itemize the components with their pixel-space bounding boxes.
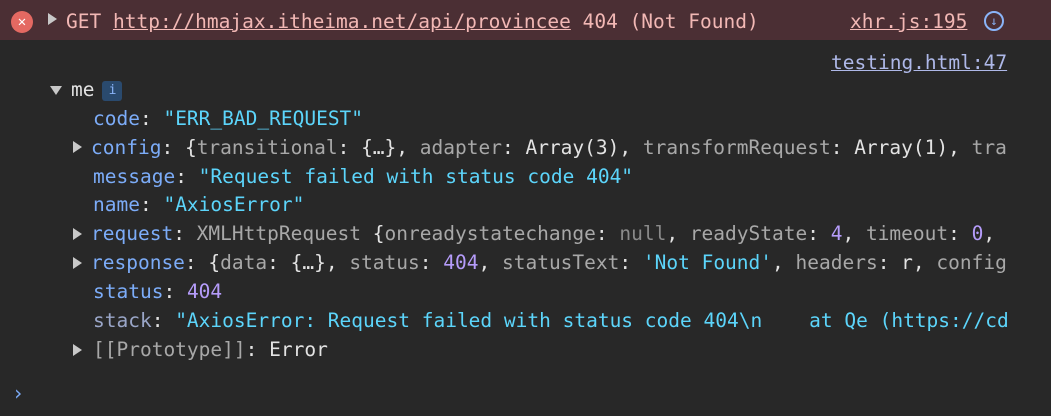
prop-key: response <box>91 251 185 274</box>
prop-config[interactable]: config: {transitional: {…}, adapter: Arr… <box>91 135 1021 161</box>
object-label: me <box>71 78 95 101</box>
prop-value: Error <box>269 338 328 361</box>
expand-arrow-icon[interactable] <box>73 257 82 269</box>
request-method: GET <box>66 10 102 33</box>
sub-value: 'Not Found' <box>642 251 773 274</box>
prop-code: code: "ERR_BAD_REQUEST" <box>93 107 364 130</box>
sub-key: tra <box>971 136 1007 159</box>
sub-key: headers <box>795 251 878 274</box>
type-name: XMLHttpRequest <box>196 222 362 245</box>
console-prompt-icon[interactable]: › <box>12 381 24 405</box>
sub-key: timeout <box>865 222 949 245</box>
prop-key: [[Prototype]] <box>93 338 246 361</box>
network-request-icon[interactable]: ↓ <box>984 11 1004 31</box>
sub-key: status <box>349 251 420 274</box>
brace: { <box>184 136 197 159</box>
error-message-row[interactable]: ✕ GET http://hmajax.itheima.net/api/prov… <box>0 0 1051 40</box>
sub-key: transformRequest <box>642 136 831 159</box>
sub-value: 404 <box>443 251 479 274</box>
request-status: 404 (Not Found) <box>582 10 759 33</box>
source-link-testing[interactable]: testing.html:47 <box>831 51 1007 74</box>
sub-key: statusText <box>501 251 620 274</box>
sub-value: 0 <box>971 222 984 245</box>
expand-arrow-icon[interactable] <box>73 141 82 153</box>
prop-value: "AxiosError: Request failed with status … <box>175 309 1009 332</box>
prop-value: "ERR_BAD_REQUEST" <box>163 107 364 130</box>
prop-key: name <box>93 193 140 216</box>
prop-name: name: "AxiosError" <box>93 193 305 216</box>
prop-key: config <box>91 136 162 159</box>
object-label-row[interactable]: me i <box>71 77 123 103</box>
sub-value: r <box>901 251 913 274</box>
info-icon[interactable]: i <box>102 81 123 101</box>
prop-key: status <box>93 280 164 303</box>
sub-key: adapter <box>419 136 502 159</box>
prop-value: "AxiosError" <box>163 193 305 216</box>
sub-key: data <box>220 251 268 274</box>
prop-stack: stack: "AxiosError: Request failed with … <box>93 309 1009 332</box>
sub-value: {…} <box>290 251 326 274</box>
prop-key: message <box>93 165 176 188</box>
error-icon: ✕ <box>11 11 33 33</box>
prop-value: "Request failed with status code 404" <box>198 165 634 188</box>
source-link-xhr[interactable]: xhr.js:195 <box>850 10 967 33</box>
brace: { <box>372 222 385 245</box>
prop-prototype[interactable]: [[Prototype]]: Error <box>93 337 328 363</box>
prop-value: 404 <box>186 280 223 303</box>
expand-arrow-icon[interactable] <box>73 228 82 240</box>
brace: { <box>208 251 221 274</box>
sub-key: config <box>936 251 1007 274</box>
prop-key: code <box>93 107 140 130</box>
sub-value: 4 <box>830 222 843 245</box>
prop-status: status: 404 <box>93 280 223 303</box>
sub-value: {…} <box>361 136 397 159</box>
sub-key: readyState <box>689 222 808 245</box>
sub-value: Array(1) <box>854 136 949 159</box>
prop-response[interactable]: response: {data: {…}, status: 404, statu… <box>91 250 1021 276</box>
prop-request[interactable]: request: XMLHttpRequest {onreadystatecha… <box>91 221 1021 247</box>
expand-arrow-icon[interactable] <box>48 13 57 25</box>
sub-value: Array(3) <box>525 136 620 159</box>
sub-key: transitional <box>196 136 338 159</box>
prop-message: message: "Request failed with status cod… <box>93 165 634 188</box>
sub-value: null <box>619 222 667 245</box>
collapse-arrow-icon[interactable] <box>50 86 62 95</box>
request-url-link[interactable]: http://hmajax.itheima.net/api/provincee <box>113 10 571 33</box>
prop-key: stack <box>93 309 152 332</box>
prop-key: request <box>91 222 174 245</box>
request-summary: GET http://hmajax.itheima.net/api/provin… <box>66 10 759 33</box>
sub-key: onreadystatechange <box>384 222 596 245</box>
expand-arrow-icon[interactable] <box>73 344 82 356</box>
devtools-console: ✕ GET http://hmajax.itheima.net/api/prov… <box>0 0 1051 416</box>
